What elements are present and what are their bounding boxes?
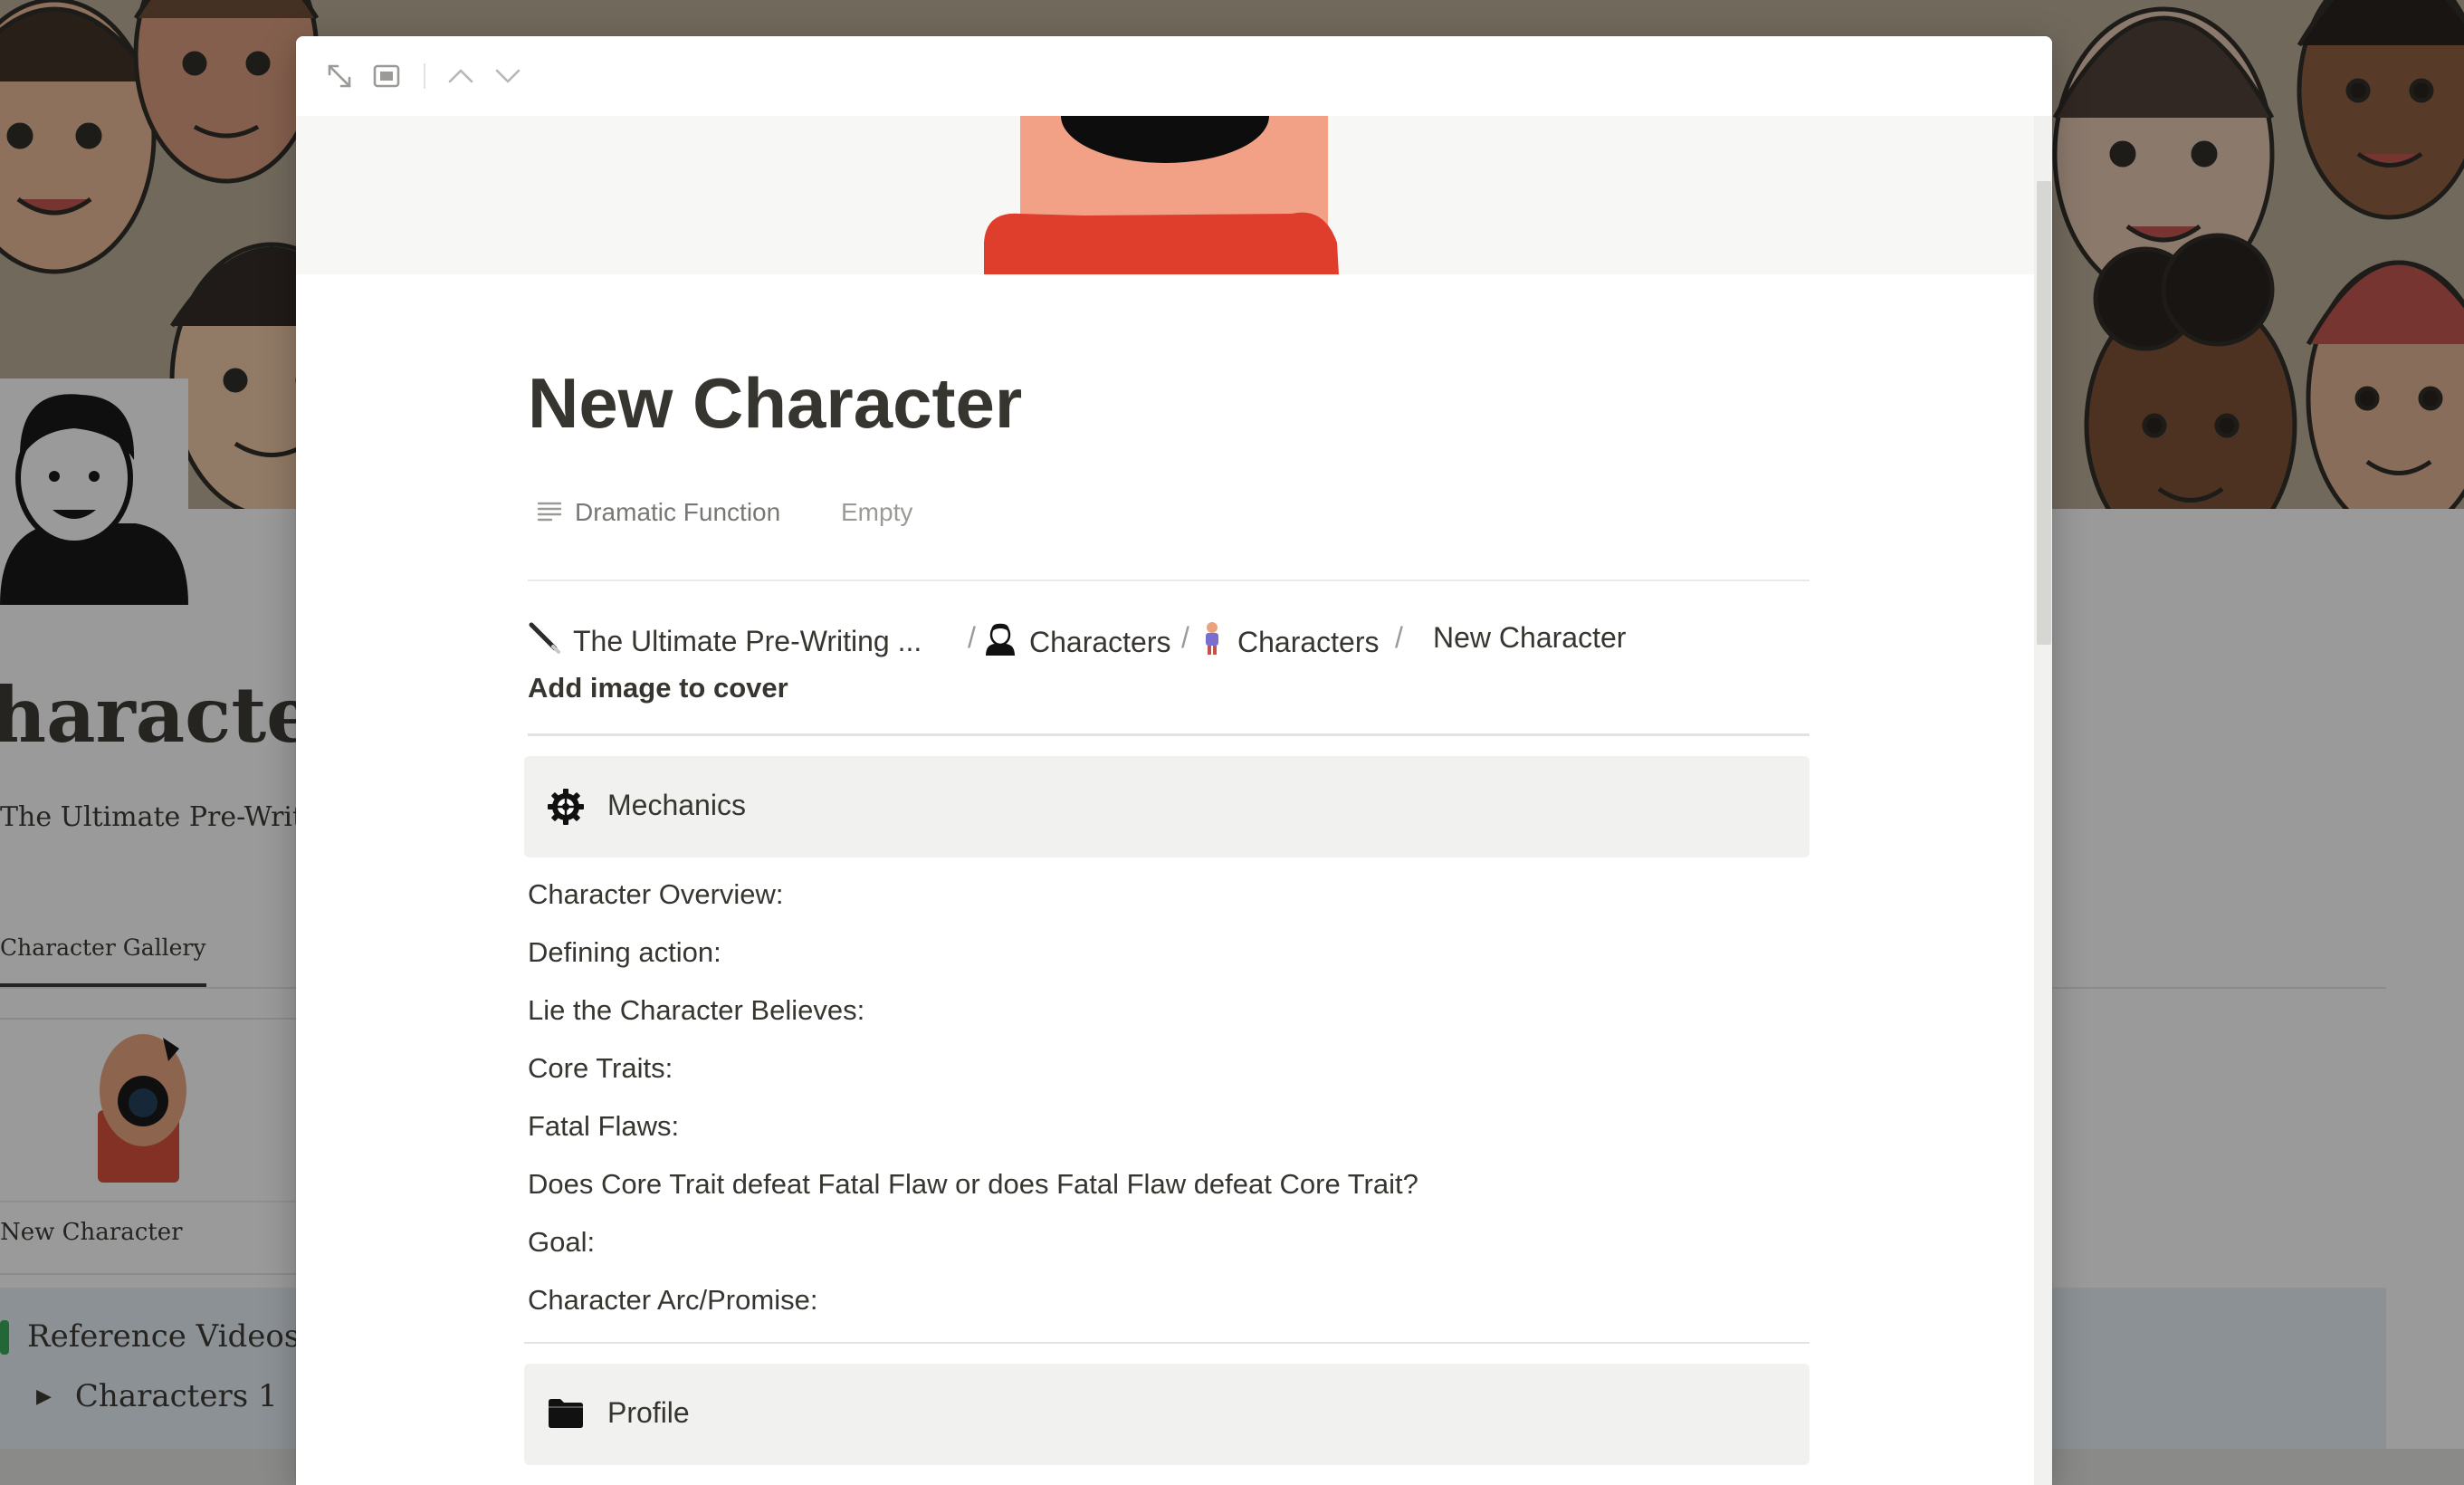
figure-icon	[1199, 621, 1225, 663]
breadcrumb-separator: /	[1395, 621, 1403, 654]
field-trait-vs-flaw[interactable]: Does Core Trait defeat Fatal Flaw or doe…	[528, 1168, 1418, 1201]
breadcrumb-label: Characters	[1237, 625, 1380, 658]
field-defining-action[interactable]: Defining action:	[528, 936, 721, 969]
field-core-traits[interactable]: Core Traits:	[528, 1052, 673, 1085]
section-profile[interactable]: Profile	[524, 1364, 1810, 1465]
property-label: Dramatic Function	[575, 498, 781, 526]
section-mechanics[interactable]: Mechanics	[524, 756, 1810, 857]
gear-wheel-icon	[548, 789, 584, 829]
breadcrumb-separator: /	[968, 621, 976, 654]
add-image-to-cover[interactable]: Add image to cover	[528, 672, 788, 704]
pen-icon	[528, 621, 560, 661]
field-character-overview[interactable]: Character Overview:	[528, 878, 784, 911]
page-cover-image[interactable]	[296, 116, 2034, 274]
breadcrumb-item-characters-db[interactable]: Characters	[1199, 621, 1380, 663]
divider	[528, 580, 1810, 581]
toolbar-divider	[424, 63, 425, 89]
property-value[interactable]: Empty	[841, 498, 912, 527]
expand-diagonal-icon[interactable]	[321, 58, 358, 94]
field-lie-believed[interactable]: Lie the Character Believes:	[528, 994, 864, 1027]
field-goal[interactable]: Goal:	[528, 1226, 595, 1259]
side-peek-icon[interactable]	[368, 58, 405, 94]
divider	[524, 1342, 1810, 1344]
property-dramatic-function[interactable]: Dramatic Function Empty	[528, 489, 1252, 534]
page-title[interactable]: New Character	[528, 362, 1022, 445]
folder-icon	[548, 1396, 584, 1433]
breadcrumb-label: New Character	[1433, 621, 1627, 654]
breadcrumb-label: The Ultimate Pre-Writing ...	[573, 624, 922, 657]
chevron-up-icon[interactable]	[443, 58, 479, 94]
page-peek-modal: New Character Dramatic Function Empty Th…	[296, 36, 2052, 1485]
section-label: Profile	[607, 1396, 690, 1429]
scrollbar-thumb[interactable]	[2037, 181, 2051, 645]
breadcrumb-separator: /	[1181, 621, 1189, 654]
breadcrumb-item-current[interactable]: New Character	[1433, 621, 1626, 655]
field-fatal-flaws[interactable]: Fatal Flaws:	[528, 1110, 679, 1143]
field-character-arc[interactable]: Character Arc/Promise:	[528, 1284, 817, 1317]
person-icon	[984, 621, 1017, 663]
breadcrumb-item-characters[interactable]: Characters	[984, 621, 1171, 663]
chevron-down-icon[interactable]	[490, 58, 526, 94]
breadcrumb-label: Characters	[1029, 625, 1171, 658]
text-lines-icon	[537, 500, 562, 528]
section-label: Mechanics	[607, 789, 746, 821]
breadcrumb-item-pre-writing[interactable]: The Ultimate Pre-Writing ...	[528, 621, 922, 661]
divider	[528, 733, 1810, 736]
peek-toolbar	[296, 36, 2052, 116]
